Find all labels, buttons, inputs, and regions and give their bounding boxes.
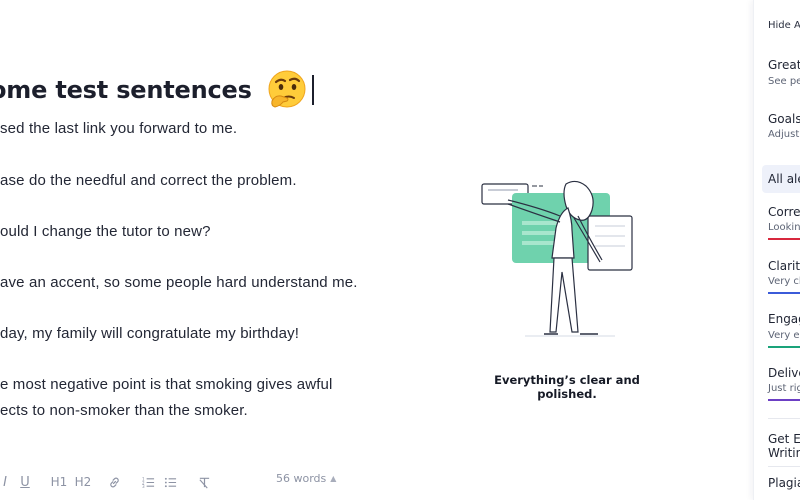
bulleted-list-button[interactable]	[162, 470, 178, 494]
goals-card-title[interactable]: Great	[768, 58, 800, 72]
category-engagement-title[interactable]: Engag	[768, 312, 800, 326]
paragraph-line[interactable]: e most negative point is that smoking gi…	[0, 376, 333, 393]
all-clear-message: Everything’s clear and polished.	[494, 373, 640, 401]
heading-2-button[interactable]: H2	[74, 470, 92, 494]
clear-formatting-button[interactable]	[196, 470, 212, 494]
paragraph-line[interactable]: ould I change the tutor to new?	[0, 223, 211, 240]
clear-formatting-icon	[198, 477, 209, 488]
all-alerts-tab[interactable]: All ale	[762, 165, 800, 193]
all-clear-illustration	[470, 178, 640, 343]
category-clarity-title[interactable]: Clarity	[768, 259, 800, 273]
plagiarism-button[interactable]: Plagia	[768, 476, 800, 490]
engagement-score-bar	[768, 346, 800, 348]
underline-button[interactable]: U	[18, 470, 32, 494]
heading-1-button[interactable]: H1	[50, 470, 68, 494]
text-cursor	[311, 75, 314, 105]
goals-setting-title[interactable]: Goals	[768, 112, 800, 126]
clarity-score-bar	[768, 292, 800, 294]
word-count-label: 56 words	[276, 472, 327, 485]
link-button[interactable]	[106, 470, 122, 494]
category-delivery-status: Just rig	[768, 383, 800, 394]
category-clarity-status: Very cl	[768, 276, 800, 287]
paragraph-line[interactable]: ave an accent, so some people hard under…	[0, 274, 358, 291]
numbered-list-icon: 123	[142, 476, 154, 489]
link-icon	[109, 477, 119, 487]
panel-divider	[768, 418, 800, 419]
word-count-button[interactable]: 56 words ▲	[276, 472, 336, 485]
italic-button[interactable]: I	[0, 470, 10, 494]
delivery-score-bar	[768, 399, 800, 401]
numbered-list-button[interactable]: 123	[140, 470, 156, 494]
category-engagement-status: Very en	[768, 330, 800, 341]
get-expert-title-line-2[interactable]: Writing	[768, 446, 800, 460]
document-title[interactable]: ome test sentences	[0, 76, 252, 104]
category-correctness-title[interactable]: Corre	[768, 205, 800, 219]
svg-text:3: 3	[142, 484, 145, 489]
category-delivery-title[interactable]: Delive	[768, 366, 800, 380]
caret-up-icon: ▲	[330, 474, 337, 483]
goals-setting-subtitle: Adjust	[768, 129, 800, 140]
get-expert-title[interactable]: Get Ex	[768, 432, 800, 446]
formatting-toolbar: I U H1 H2 123	[0, 470, 400, 494]
thinking-face-emoji-icon	[266, 69, 308, 111]
paragraph-line[interactable]: sed the last link you forward to me.	[0, 120, 237, 137]
correctness-score-bar	[768, 238, 800, 240]
paragraph-line[interactable]: day, my family will congratulate my birt…	[0, 325, 299, 342]
goals-card-subtitle: See pe	[768, 76, 800, 87]
paragraph-line[interactable]: ase do the needful and correct the probl…	[0, 172, 297, 189]
document-editor[interactable]: ome test sentences sed the last link you…	[0, 0, 400, 500]
all-alerts-label: All ale	[768, 172, 800, 186]
category-correctness-status: Looking	[768, 222, 800, 233]
document-title-row: ome test sentences	[0, 70, 314, 110]
assistant-panel: Hide As Great See pe Goals Adjust All al…	[753, 0, 800, 500]
bulleted-list-icon	[164, 477, 176, 487]
paragraph-line[interactable]: ects to non-smoker than the smoker.	[0, 402, 248, 419]
hide-assistant-button[interactable]: Hide As	[768, 20, 800, 31]
panel-divider	[768, 466, 800, 467]
